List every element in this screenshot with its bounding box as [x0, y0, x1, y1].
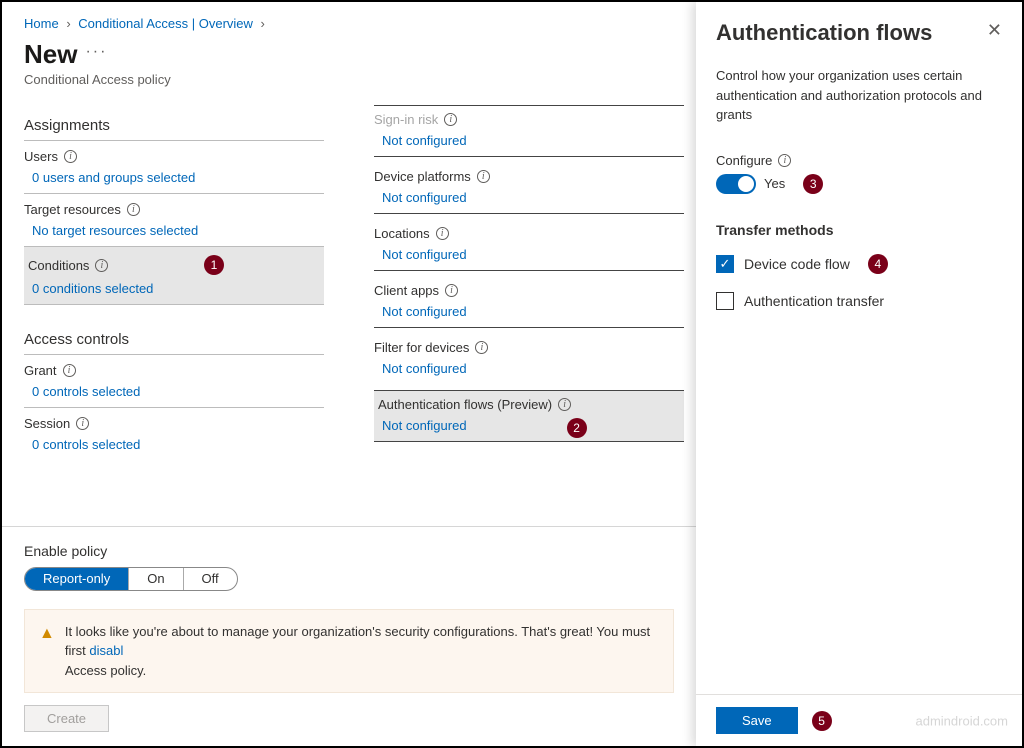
info-icon[interactable]: i [475, 341, 488, 354]
step-marker-5: 5 [812, 711, 832, 731]
chevron-right-icon: › [261, 16, 265, 31]
info-icon[interactable]: i [778, 154, 791, 167]
info-icon[interactable]: i [64, 150, 77, 163]
flyout-title: Authentication flows [716, 20, 932, 46]
authentication-flows-flyout: Authentication flows ✕ Control how your … [696, 2, 1022, 746]
authflows-link[interactable]: Not configured [374, 414, 467, 441]
configure-label: Configure [716, 153, 772, 168]
step-marker-2: 2 [567, 418, 587, 438]
filter-devices-link[interactable]: Not configured [374, 357, 684, 384]
step-marker-4: 4 [868, 254, 888, 274]
alert-text: It looks like you're about to manage you… [65, 624, 650, 659]
save-button[interactable]: Save [716, 707, 798, 734]
users-selected-link[interactable]: 0 users and groups selected [24, 166, 324, 193]
device-platforms-label: Device platforms [374, 169, 471, 184]
authflows-label: Authentication flows (Preview) [378, 397, 552, 412]
close-icon[interactable]: ✕ [987, 20, 1002, 41]
device-code-flow-label: Device code flow [744, 256, 850, 272]
configure-toggle[interactable] [716, 174, 756, 194]
warning-icon: ▲ [39, 622, 55, 681]
filter-devices-label: Filter for devices [374, 340, 469, 355]
watermark: admindroid.com [916, 713, 1009, 728]
target-resources-label: Target resources [24, 202, 121, 217]
breadcrumb-conditional-access[interactable]: Conditional Access | Overview [78, 16, 253, 31]
info-icon[interactable]: i [95, 259, 108, 272]
step-marker-1: 1 [204, 255, 224, 275]
conditions-label: Conditions [28, 258, 89, 273]
grant-label: Grant [24, 363, 57, 378]
access-controls-header: Access controls [24, 325, 324, 355]
locations-link[interactable]: Not configured [374, 243, 684, 270]
session-link[interactable]: 0 controls selected [24, 433, 324, 460]
seg-report-only[interactable]: Report-only [25, 568, 129, 590]
seg-off[interactable]: Off [184, 568, 237, 590]
info-icon[interactable]: i [558, 398, 571, 411]
alert-disable-link[interactable]: disabl [89, 643, 123, 658]
authentication-transfer-label: Authentication transfer [744, 293, 884, 309]
info-icon[interactable]: i [127, 203, 140, 216]
users-label: Users [24, 149, 58, 164]
device-code-flow-checkbox[interactable]: ✓ [716, 255, 734, 273]
flyout-description: Control how your organization uses certa… [716, 66, 1002, 125]
info-icon[interactable]: i [436, 227, 449, 240]
conditions-link[interactable]: 0 conditions selected [24, 277, 324, 304]
authentication-transfer-checkbox[interactable] [716, 292, 734, 310]
breadcrumb-home[interactable]: Home [24, 16, 59, 31]
assignments-header: Assignments [24, 111, 324, 141]
grant-link[interactable]: 0 controls selected [24, 380, 324, 407]
info-icon[interactable]: i [445, 284, 458, 297]
info-icon[interactable]: i [477, 170, 490, 183]
target-resources-link[interactable]: No target resources selected [24, 219, 324, 246]
info-icon[interactable]: i [444, 113, 457, 126]
session-label: Session [24, 416, 70, 431]
security-defaults-alert: ▲ It looks like you're about to manage y… [24, 609, 674, 694]
info-icon[interactable]: i [76, 417, 89, 430]
create-button: Create [24, 705, 109, 732]
signin-risk-label: Sign-in risk [374, 112, 438, 127]
info-icon[interactable]: i [63, 364, 76, 377]
client-apps-label: Client apps [374, 283, 439, 298]
page-title: New [24, 39, 77, 70]
step-marker-3: 3 [803, 174, 823, 194]
locations-label: Locations [374, 226, 430, 241]
alert-text-post: Access policy. [65, 663, 146, 678]
client-apps-link[interactable]: Not configured [374, 300, 684, 327]
enable-policy-label: Enable policy [24, 543, 674, 559]
seg-on[interactable]: On [129, 568, 183, 590]
device-platforms-link[interactable]: Not configured [374, 186, 684, 213]
configure-toggle-value: Yes [764, 176, 785, 191]
signin-risk-link[interactable]: Not configured [374, 129, 684, 156]
more-menu-icon[interactable]: ··· [85, 43, 107, 67]
chevron-right-icon: › [66, 16, 70, 31]
transfer-methods-header: Transfer methods [716, 222, 1002, 238]
enable-policy-segmented[interactable]: Report-only On Off [24, 567, 238, 591]
